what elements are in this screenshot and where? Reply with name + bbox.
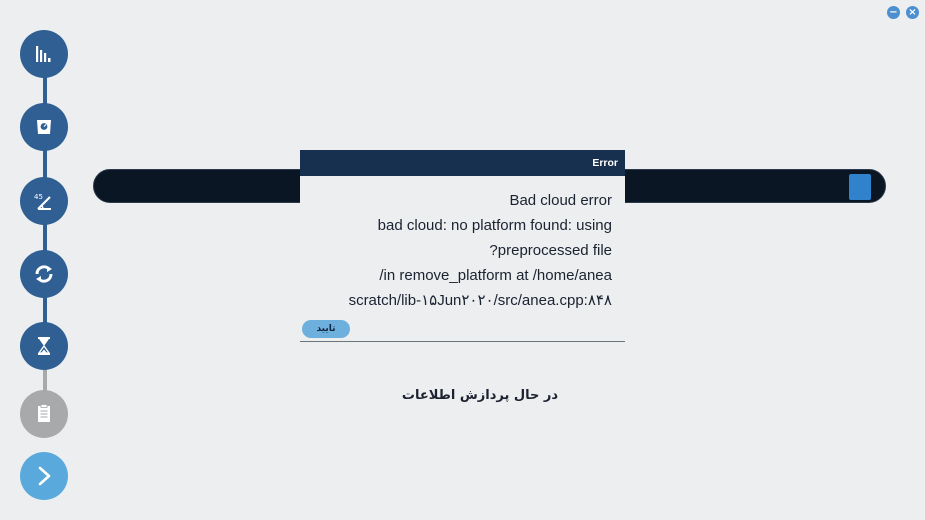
clipboard-icon: [38, 404, 50, 422]
dialog-message-line: in remove_platform at /home/anea/: [379, 267, 612, 284]
step-refresh[interactable]: [20, 250, 68, 298]
bar-chart-icon: [36, 46, 51, 62]
step-hourglass[interactable]: [20, 322, 68, 370]
angle-icon: 45: [34, 193, 51, 210]
close-icon[interactable]: ×: [906, 6, 919, 19]
ok-button[interactable]: تایید: [302, 320, 350, 338]
step-rail: 45: [20, 30, 70, 500]
refresh-icon: [35, 265, 53, 283]
dialog-message: Bad cloud error bad cloud: no platform f…: [300, 176, 625, 313]
dialog-message-line: bad cloud: no platform found: using: [377, 217, 612, 234]
svg-text:45: 45: [34, 193, 43, 201]
step-scale[interactable]: [20, 103, 68, 151]
step-angle[interactable]: 45: [20, 177, 68, 225]
dialog-message-line: preprocessed file?: [489, 242, 612, 259]
progress-indicator: [849, 174, 871, 200]
dialog-message-line: Bad cloud error: [509, 192, 612, 209]
minimize-icon[interactable]: −: [887, 6, 900, 19]
processing-status: در حال پردازش اطلاعات: [401, 388, 559, 403]
error-dialog: Error Bad cloud error bad cloud: no plat…: [300, 150, 625, 342]
dialog-title: Error: [300, 150, 625, 176]
scale-icon: [37, 120, 51, 134]
window-controls: − ×: [887, 6, 919, 19]
hourglass-icon: [37, 337, 51, 355]
step-bar-chart[interactable]: [20, 30, 68, 78]
next-step-button[interactable]: [20, 452, 68, 500]
chevron-right-icon: [38, 466, 51, 486]
dialog-message-line: scratch/lib-۱۵Jun۲۰۲۰/src/anea.cpp:۸۴۸: [348, 292, 612, 309]
step-clipboard: [20, 390, 68, 438]
